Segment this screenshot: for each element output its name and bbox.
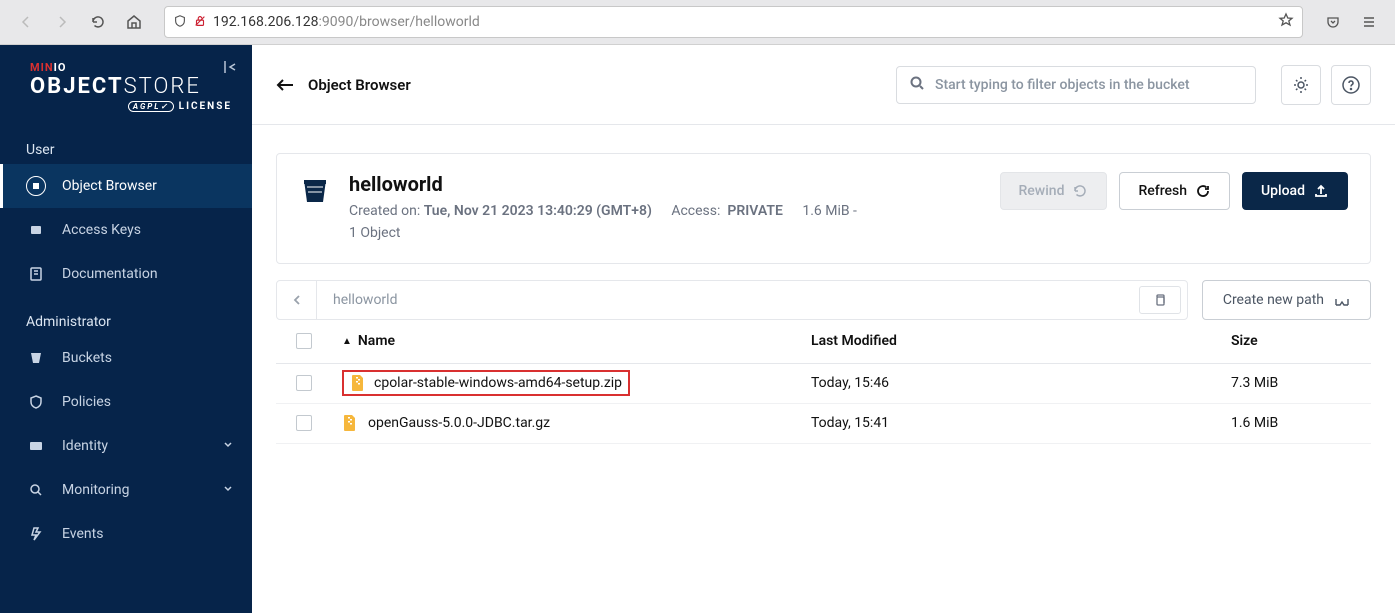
table-header: ▲ Name Last Modified Size (276, 320, 1371, 364)
bucket-icon (26, 348, 46, 368)
browser-reload-button[interactable] (84, 8, 112, 36)
object-browser-icon (26, 176, 46, 196)
main-content: Object Browser (252, 45, 1395, 613)
search-icon (909, 75, 925, 95)
sidebar-item-documentation[interactable]: Documentation (0, 252, 252, 296)
gear-icon (1291, 75, 1311, 95)
sidebar-item-label: Policies (62, 394, 111, 410)
sidebar-item-monitoring[interactable]: Monitoring (0, 468, 252, 512)
sidebar-item-label: Monitoring (62, 482, 130, 498)
breadcrumb-back-button[interactable] (277, 280, 317, 320)
lock-insecure-icon (193, 13, 207, 32)
file-zip-icon (350, 374, 366, 392)
select-all-checkbox[interactable] (296, 333, 312, 349)
sidebar-item-policies[interactable]: Policies (0, 380, 252, 424)
row-checkbox[interactable] (296, 415, 312, 431)
browser-toolbar: 192.168.206.128:9090/browser/helloworld (0, 0, 1395, 45)
upload-icon (1313, 183, 1329, 199)
column-header-name[interactable]: ▲ Name (332, 333, 811, 349)
identity-icon (26, 436, 46, 456)
search-input-container[interactable] (896, 66, 1256, 104)
search-input[interactable] (935, 77, 1243, 93)
breadcrumb-path[interactable]: helloworld (317, 292, 1139, 308)
sidebar-item-label: Documentation (62, 266, 158, 282)
file-size: 7.3 MiB (1231, 375, 1371, 391)
column-header-size[interactable]: Size (1231, 333, 1371, 349)
row-checkbox[interactable] (296, 375, 312, 391)
chevron-down-icon (222, 482, 234, 498)
create-new-path-button[interactable]: Create new path (1202, 280, 1371, 320)
sidebar-item-access-keys[interactable]: Access Keys (0, 208, 252, 252)
star-icon[interactable] (1278, 12, 1294, 32)
page-title[interactable]: Object Browser (276, 76, 411, 94)
sidebar-item-label: Object Browser (62, 178, 157, 194)
nav-section-admin: Administrator (0, 296, 252, 336)
topbar: Object Browser (252, 45, 1395, 125)
file-modified: Today, 15:46 (811, 375, 1231, 391)
sidebar-item-label: Events (62, 526, 103, 542)
file-modified: Today, 15:41 (811, 415, 1231, 431)
rewind-button: Rewind (1000, 172, 1108, 210)
file-name: cpolar-stable-windows-amd64-setup.zip (374, 375, 622, 391)
sidebar-logo: MINIO OBJECTSTORE AGPL✓ LICENSE (0, 45, 252, 124)
file-size: 1.6 MiB (1231, 415, 1371, 431)
browser-back-button[interactable] (12, 8, 40, 36)
sidebar-item-label: Buckets (62, 350, 112, 366)
policies-icon (26, 392, 46, 412)
copy-path-button[interactable] (1139, 286, 1181, 314)
refresh-button[interactable]: Refresh (1119, 172, 1230, 210)
nav-section-user: User (0, 124, 252, 164)
browser-url-text: 192.168.206.128:9090/browser/helloworld (213, 14, 1272, 30)
sidebar: MINIO OBJECTSTORE AGPL✓ LICENSE User Obj… (0, 45, 252, 613)
help-icon (1341, 75, 1361, 95)
sidebar-item-label: Identity (62, 438, 108, 454)
pocket-icon[interactable] (1319, 8, 1347, 36)
new-path-icon (1334, 293, 1350, 307)
settings-button[interactable] (1281, 65, 1321, 105)
sidebar-item-identity[interactable]: Identity (0, 424, 252, 468)
bucket-name: helloworld (349, 172, 982, 196)
breadcrumb: helloworld (276, 280, 1188, 320)
browser-forward-button[interactable] (48, 8, 76, 36)
book-icon (26, 264, 46, 284)
help-button[interactable] (1331, 65, 1371, 105)
upload-button[interactable]: Upload (1242, 172, 1348, 210)
bucket-info-card: helloworld Created on: Tue, Nov 21 2023 … (276, 153, 1371, 264)
path-bar: helloworld Create new path (276, 280, 1371, 320)
rewind-icon (1072, 183, 1088, 199)
bucket-meta: Created on: Tue, Nov 21 2023 13:40:29 (G… (349, 200, 982, 245)
file-zip-icon (342, 414, 358, 432)
table-row[interactable]: cpolar-stable-windows-amd64-setup.zip Tod… (276, 364, 1371, 404)
key-icon (26, 220, 46, 240)
events-icon (26, 524, 46, 544)
sidebar-item-events[interactable]: Events (0, 512, 252, 556)
refresh-icon (1195, 183, 1211, 199)
sort-asc-icon: ▲ (342, 336, 352, 347)
hamburger-menu-icon[interactable] (1355, 8, 1383, 36)
browser-home-button[interactable] (120, 8, 148, 36)
arrow-left-icon (276, 78, 294, 92)
sidebar-item-buckets[interactable]: Buckets (0, 336, 252, 380)
shield-icon (173, 13, 187, 32)
column-header-modified[interactable]: Last Modified (811, 333, 1231, 349)
file-name: openGauss-5.0.0-JDBC.tar.gz (368, 415, 550, 431)
copy-icon (1153, 293, 1167, 307)
browser-url-bar[interactable]: 192.168.206.128:9090/browser/helloworld (164, 6, 1303, 38)
monitoring-icon (26, 480, 46, 500)
sidebar-item-object-browser[interactable]: Object Browser (0, 164, 252, 208)
bucket-large-icon (299, 174, 331, 206)
objects-table: ▲ Name Last Modified Size cpolar-stable-… (276, 320, 1371, 444)
chevron-down-icon (222, 438, 234, 454)
sidebar-item-label: Access Keys (62, 222, 141, 238)
collapse-sidebar-icon[interactable] (222, 59, 238, 79)
table-row[interactable]: openGauss-5.0.0-JDBC.tar.gz Today, 15:411… (276, 404, 1371, 444)
